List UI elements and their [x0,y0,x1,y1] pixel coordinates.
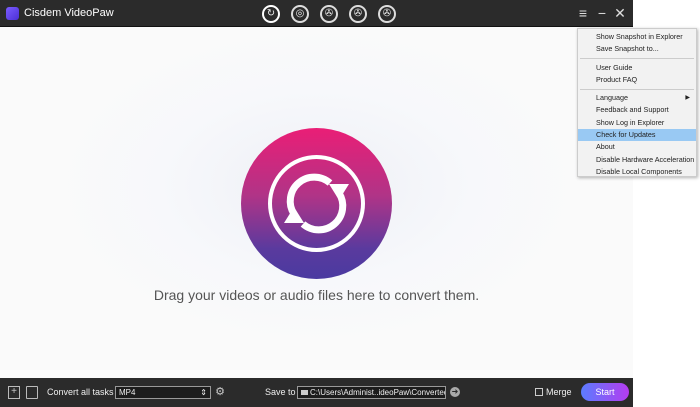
merge-label: Merge [546,387,572,397]
menu-button[interactable]: ≡ [575,5,591,21]
plus-icon: + [11,386,17,397]
convert-arrows-icon [268,155,365,252]
add-file-button[interactable]: + [8,386,20,399]
menu-item-label: Language [596,93,628,103]
gear-icon: ⚙ [215,386,225,398]
minimize-icon: − [597,5,607,21]
edit-mode-button[interactable]: ✇ [349,5,367,23]
open-folder-button[interactable]: ➜ [450,387,460,397]
settings-button[interactable]: ⚙ [215,386,225,398]
merge-checkbox[interactable] [535,388,543,396]
save-to-label: Save to [265,387,296,397]
convert-icon: ↻ [266,8,276,19]
app-window: Cisdem VideoPaw ↻ ◎ ✇ ✇ ✇ ≡ − ✕ Drag you… [0,0,633,407]
app-logo [6,7,19,20]
format-value: MP4 [119,388,136,397]
save-path-field[interactable]: C:\Users\Administ..ideoPaw\Converted [297,386,446,399]
submenu-arrow-icon: ▶ [685,95,690,102]
menu-item-language[interactable]: Language ▶ [578,92,696,104]
bottom-bar: + Convert all tasks to MP4 ⇕ ⚙ Save to C:… [0,378,633,407]
menu-item-check-updates[interactable]: Check for Updates [578,129,696,142]
menu-divider [580,88,694,90]
compress-mode-button[interactable]: ✇ [378,5,396,23]
film-reel-icon: ✇ [382,8,392,19]
film-reel-icon: ✇ [324,8,334,19]
drop-zone[interactable]: Drag your videos or audio files here to … [0,28,633,378]
menu-item-disable-local[interactable]: Disable Local Components [578,166,696,178]
close-icon: ✕ [614,5,626,21]
menu-item-show-snapshot[interactable]: Show Snapshot in Explorer [578,31,696,43]
menu-item-save-snapshot[interactable]: Save Snapshot to... [578,43,696,55]
chevron-updown-icon: ⇕ [200,388,207,397]
folder-icon [301,390,308,395]
film-reel-icon: ✇ [353,8,363,19]
delete-button[interactable] [26,386,38,399]
convert-drop-button[interactable] [241,128,392,279]
hamburger-icon: ≡ [578,5,588,21]
convert-mode-button[interactable]: ↻ [262,5,280,23]
format-select[interactable]: MP4 ⇕ [115,386,211,399]
menu-item-disable-hw-accel[interactable]: Disable Hardware Acceleration [578,154,696,166]
disc-mode-button[interactable]: ◎ [291,5,309,23]
disc-icon: ◎ [295,8,305,19]
convert-all-label: Convert all tasks to [47,387,124,397]
minimize-button[interactable]: − [594,5,610,21]
title-bar: Cisdem VideoPaw ↻ ◎ ✇ ✇ ✇ ≡ − ✕ [0,0,633,30]
menu-item-show-log[interactable]: Show Log in Explorer [578,117,696,129]
main-menu: Show Snapshot in Explorer Save Snapshot … [577,28,697,177]
menu-item-user-guide[interactable]: User Guide [578,62,696,74]
download-mode-button[interactable]: ✇ [320,5,338,23]
menu-item-product-faq[interactable]: Product FAQ [578,74,696,86]
arrow-right-icon: ➜ [451,387,459,396]
drop-hint: Drag your videos or audio files here to … [153,287,480,303]
app-title: Cisdem VideoPaw [24,7,114,19]
close-button[interactable]: ✕ [612,5,628,22]
save-path-value: C:\Users\Administ..ideoPaw\Converted [310,388,446,397]
menu-item-about[interactable]: About [578,141,696,153]
start-button[interactable]: Start [581,383,629,401]
menu-divider [580,58,694,60]
menu-item-feedback[interactable]: Feedback and Support [578,104,696,116]
